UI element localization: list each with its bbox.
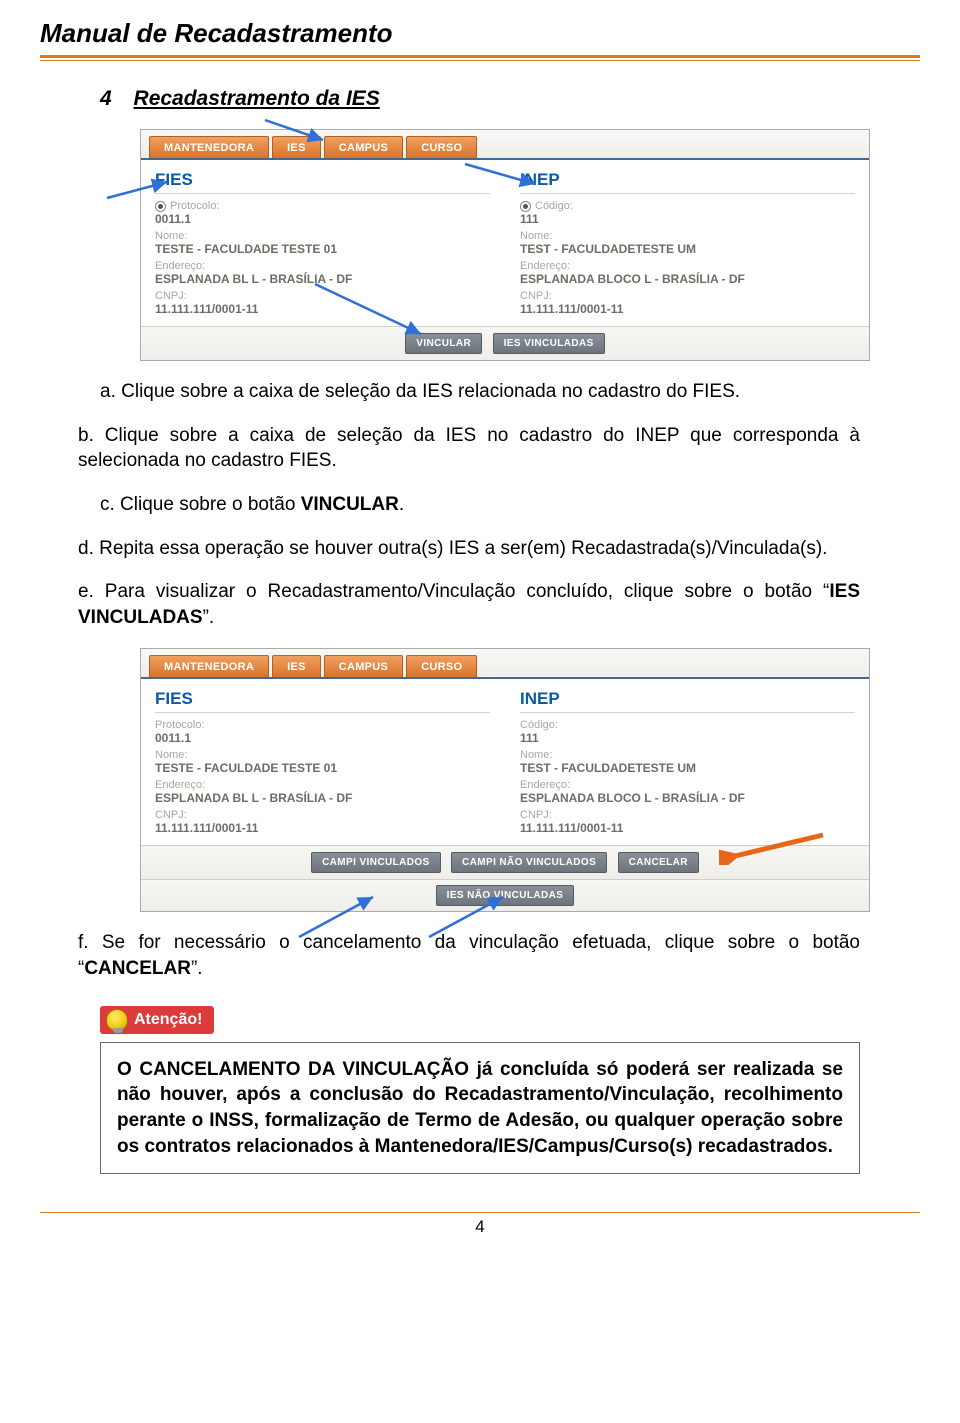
label-endereco-r: Endereço: bbox=[520, 779, 855, 791]
inep-nome: TEST - FACULDADETESTE UM bbox=[520, 242, 855, 256]
tab-mantenedora[interactable]: MANTENEDORA bbox=[149, 136, 269, 158]
text: e. Para visualizar o Recadastramento/Vin… bbox=[78, 581, 829, 602]
tab-mantenedora[interactable]: MANTENEDORA bbox=[149, 655, 269, 677]
text: c. Clique sobre o botão bbox=[100, 494, 301, 515]
label-codigo: Código: bbox=[535, 200, 573, 212]
ies-nao-vinculadas-button[interactable]: IES NÃO VINCULADAS bbox=[436, 885, 575, 906]
text: ”. bbox=[191, 958, 203, 979]
footer-rule bbox=[40, 1212, 920, 1213]
fies-radio[interactable] bbox=[155, 201, 166, 212]
lightbulb-icon bbox=[106, 1009, 128, 1031]
info-box: O CANCELAMENTO DA VINCULAÇÃO já concluíd… bbox=[100, 1042, 860, 1175]
paragraph-e: e. Para visualizar o Recadastramento/Vin… bbox=[78, 579, 860, 630]
label-protocolo: Protocolo: bbox=[155, 719, 490, 731]
label-cnpj-r: CNPJ: bbox=[520, 809, 855, 821]
button-row-2: IES NÃO VINCULADAS bbox=[141, 879, 869, 911]
page-title: Manual de Recadastramento bbox=[40, 18, 920, 49]
text: ”. bbox=[203, 607, 215, 628]
atencao-label: Atenção! bbox=[134, 1011, 202, 1029]
label-endereco: Endereço: bbox=[155, 260, 490, 272]
label-endereco-r: Endereço: bbox=[520, 260, 855, 272]
tab-ies[interactable]: IES bbox=[272, 136, 321, 158]
label-nome: Nome: bbox=[155, 230, 490, 242]
label-nome-r: Nome: bbox=[520, 749, 855, 761]
inep-endereco: ESPLANADA BLOCO L - BRASÍLIA - DF bbox=[520, 272, 855, 286]
label-endereco: Endereço: bbox=[155, 779, 490, 791]
fies-nome: TESTE - FACULDADE TESTE 01 bbox=[155, 242, 490, 256]
label-protocolo: Protocolo: bbox=[170, 200, 220, 212]
fies-protocolo: 0011.1 bbox=[155, 731, 490, 745]
inep-cnpj: 11.111.111/0001-11 bbox=[520, 302, 855, 316]
paragraph-a: a. Clique sobre a caixa de seleção da IE… bbox=[100, 379, 860, 405]
label-cnpj: CNPJ: bbox=[155, 290, 490, 302]
vincular-button[interactable]: VINCULAR bbox=[405, 333, 482, 354]
label-codigo: Código: bbox=[520, 719, 855, 731]
header-rule bbox=[40, 55, 920, 61]
page-number: 4 bbox=[40, 1217, 920, 1237]
fies-nome: TESTE - FACULDADE TESTE 01 bbox=[155, 761, 490, 775]
tab-bar: MANTENEDORA IES CAMPUS CURSO bbox=[141, 649, 869, 679]
text: . bbox=[399, 494, 404, 515]
label-nome: Nome: bbox=[155, 749, 490, 761]
inep-radio[interactable] bbox=[520, 201, 531, 212]
tab-bar: MANTENEDORA IES CAMPUS CURSO bbox=[141, 130, 869, 160]
text-bold: VINCULAR bbox=[301, 494, 399, 515]
campi-vinculados-button[interactable]: CAMPI VINCULADOS bbox=[311, 852, 441, 873]
inep-heading: INEP bbox=[520, 170, 855, 194]
campi-nao-vinculados-button[interactable]: CAMPI NÃO VINCULADOS bbox=[451, 852, 607, 873]
paragraph-d: d. Repita essa operação se houver outra(… bbox=[78, 536, 860, 562]
tab-curso[interactable]: CURSO bbox=[406, 655, 477, 677]
fies-cnpj: 11.111.111/0001-11 bbox=[155, 302, 490, 316]
fies-endereco: ESPLANADA BL L - BRASÍLIA - DF bbox=[155, 272, 490, 286]
section-number: 4 bbox=[100, 87, 112, 110]
fies-cnpj: 11.111.111/0001-11 bbox=[155, 821, 490, 835]
atencao-badge: Atenção! bbox=[100, 1006, 214, 1034]
button-row: VINCULAR IES VINCULADAS bbox=[141, 326, 869, 360]
section-title: Recadastramento da IES bbox=[134, 87, 380, 110]
label-cnpj-r: CNPJ: bbox=[520, 290, 855, 302]
paragraph-b: b. Clique sobre a caixa de seleção da IE… bbox=[78, 423, 860, 474]
paragraph-f: f. Se for necessário o cancelamento da v… bbox=[78, 930, 860, 981]
label-cnpj: CNPJ: bbox=[155, 809, 490, 821]
paragraph-c: c. Clique sobre o botão VINCULAR. bbox=[100, 492, 860, 518]
tab-campus[interactable]: CAMPUS bbox=[324, 136, 403, 158]
screenshot-1: MANTENEDORA IES CAMPUS CURSO FIES Protoc… bbox=[140, 129, 870, 361]
tab-campus[interactable]: CAMPUS bbox=[324, 655, 403, 677]
tab-ies[interactable]: IES bbox=[272, 655, 321, 677]
inep-heading: INEP bbox=[520, 689, 855, 713]
inep-nome: TEST - FACULDADETESTE UM bbox=[520, 761, 855, 775]
inep-codigo: 111 bbox=[520, 212, 855, 226]
screenshot-2: MANTENEDORA IES CAMPUS CURSO FIES Protoc… bbox=[140, 648, 870, 912]
fies-heading: FIES bbox=[155, 689, 490, 713]
label-nome-r: Nome: bbox=[520, 230, 855, 242]
cancelar-button[interactable]: CANCELAR bbox=[618, 852, 699, 873]
text-bold: CANCELAR bbox=[84, 958, 191, 979]
fies-protocolo: 0011.1 bbox=[155, 212, 490, 226]
fies-endereco: ESPLANADA BL L - BRASÍLIA - DF bbox=[155, 791, 490, 805]
inep-codigo: 111 bbox=[520, 731, 855, 745]
inep-endereco: ESPLANADA BLOCO L - BRASÍLIA - DF bbox=[520, 791, 855, 805]
fies-heading: FIES bbox=[155, 170, 490, 194]
section-heading: 4 Recadastramento da IES bbox=[100, 87, 920, 111]
tab-curso[interactable]: CURSO bbox=[406, 136, 477, 158]
orange-arrow-icon bbox=[719, 829, 829, 865]
ies-vinculadas-button[interactable]: IES VINCULADAS bbox=[493, 333, 605, 354]
